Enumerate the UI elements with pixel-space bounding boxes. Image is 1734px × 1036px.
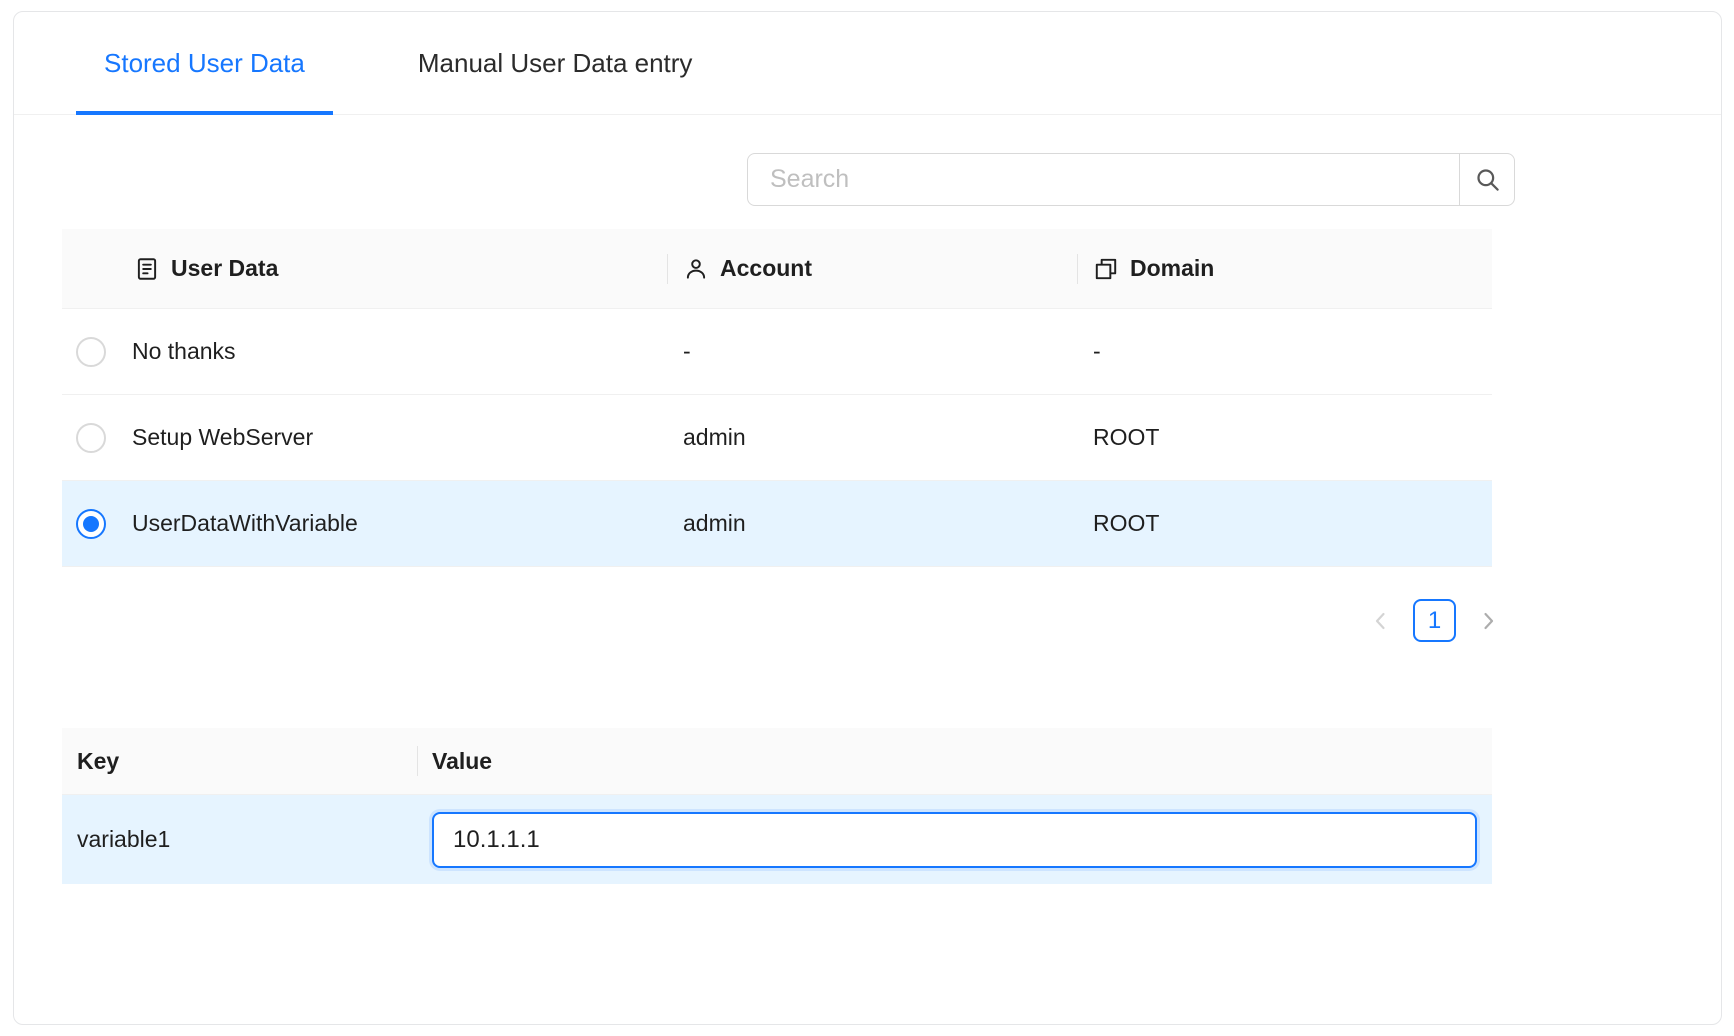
stored-user-data-content: User Data Account: [62, 115, 1515, 884]
tab-label: Manual User Data entry: [418, 48, 693, 79]
tab-label: Stored User Data: [104, 48, 305, 79]
cell-user-data: UserDataWithVariable: [132, 510, 358, 537]
table-header: User Data Account: [62, 229, 1492, 309]
cell-user-data: No thanks: [132, 338, 236, 365]
key-value-table: Key Value variable1: [62, 728, 1492, 884]
cell-domain: ROOT: [1077, 424, 1492, 451]
tab-manual-user-data-entry[interactable]: Manual User Data entry: [390, 12, 721, 114]
cell-account: admin: [667, 424, 1077, 451]
row-radio[interactable]: [76, 423, 106, 453]
search-bar: [62, 153, 1515, 206]
search-input[interactable]: [747, 153, 1460, 206]
table-row[interactable]: No thanks - -: [62, 309, 1492, 395]
pagination-page-1[interactable]: 1: [1413, 599, 1456, 642]
cell-account: admin: [667, 510, 1077, 537]
column-header-user-data: User Data: [62, 229, 667, 308]
value-input[interactable]: [432, 812, 1477, 868]
table-row-selected[interactable]: UserDataWithVariable admin ROOT: [62, 481, 1492, 567]
tab-stored-user-data[interactable]: Stored User Data: [76, 12, 333, 114]
document-icon: [134, 256, 160, 282]
pagination: 1: [62, 599, 1506, 642]
column-header-domain: Domain: [1077, 229, 1492, 308]
cell-account: -: [667, 338, 1077, 365]
pagination-prev-button[interactable]: [1363, 600, 1399, 642]
column-label: Account: [720, 255, 812, 282]
domain-icon: [1093, 256, 1119, 282]
search-button[interactable]: [1459, 153, 1515, 206]
column-label: Domain: [1130, 255, 1214, 282]
key-value-row: variable1: [62, 794, 1492, 884]
column-header-value: Value: [417, 728, 1492, 794]
cell-value: [417, 812, 1492, 868]
chevron-right-icon: [1476, 609, 1500, 633]
cell-user-data: Setup WebServer: [132, 424, 313, 451]
row-radio-checked[interactable]: [76, 509, 106, 539]
column-header-key: Key: [62, 728, 417, 794]
column-label: User Data: [171, 255, 278, 282]
user-data-panel: Stored User Data Manual User Data entry: [13, 11, 1722, 1025]
page-number: 1: [1428, 607, 1441, 635]
table-row[interactable]: Setup WebServer admin ROOT: [62, 395, 1492, 481]
search-icon: [1474, 166, 1501, 193]
user-data-table: User Data Account: [62, 229, 1492, 567]
user-icon: [683, 256, 709, 282]
key-value-header: Key Value: [62, 728, 1492, 794]
chevron-left-icon: [1369, 609, 1393, 633]
tab-bar: Stored User Data Manual User Data entry: [14, 12, 1721, 115]
pagination-next-button[interactable]: [1470, 600, 1506, 642]
cell-domain: -: [1077, 338, 1492, 365]
cell-key: variable1: [62, 826, 417, 853]
row-radio[interactable]: [76, 337, 106, 367]
cell-domain: ROOT: [1077, 510, 1492, 537]
column-header-account: Account: [667, 229, 1077, 308]
